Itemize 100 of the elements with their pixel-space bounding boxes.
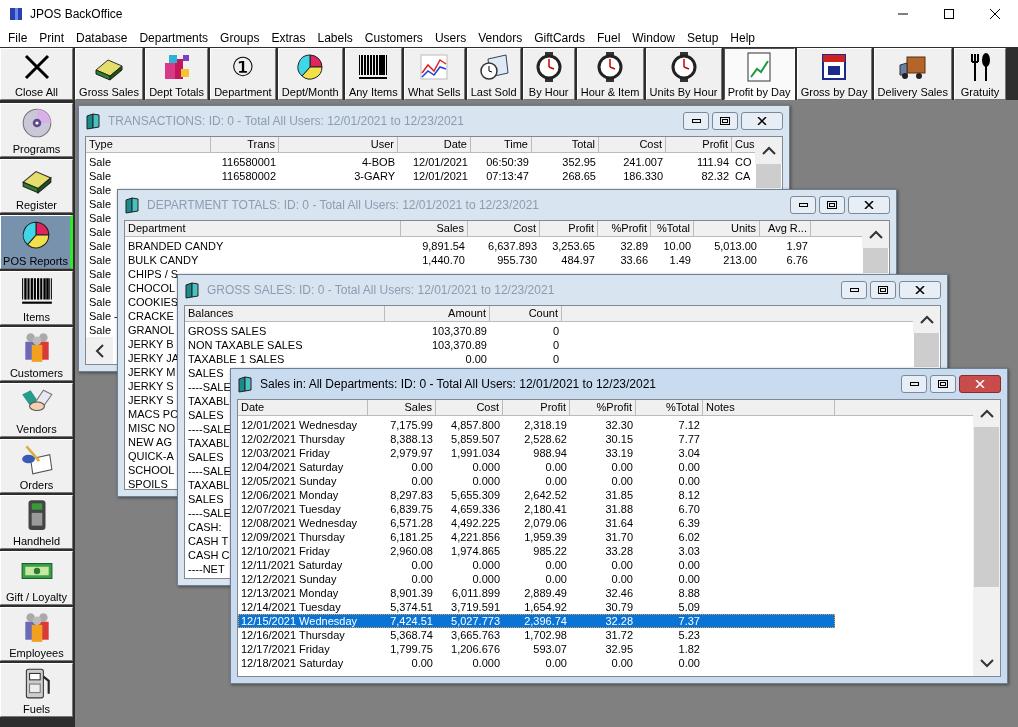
sidebar-item[interactable]: Orders: [0, 439, 73, 493]
table-row[interactable]: 12/04/2021 Saturday 0.00 0.000 0.00 0.00 0.00: [238, 460, 835, 474]
table-row[interactable]: 12/18/2021 Saturday 0.00 0.000 0.00 0.00 0.00: [238, 656, 835, 670]
table-row[interactable]: 12/02/2021 Thursday 8,388.13 5,859.507 2,528.62 30.15 7.77: [238, 432, 835, 446]
toolbar-button[interactable]: Any Items: [344, 48, 402, 100]
menu-item[interactable]: Labels: [311, 30, 359, 45]
column-header[interactable]: Cost: [599, 137, 666, 153]
column-header[interactable]: Date: [398, 137, 471, 153]
scrollbar-thumb[interactable]: [914, 333, 939, 367]
sidebar-item[interactable]: Employees: [0, 607, 73, 661]
menu-item[interactable]: Window: [626, 30, 681, 45]
scrollbar-thumb[interactable]: [863, 248, 888, 273]
menu-item[interactable]: Extras: [265, 30, 312, 45]
toolbar-button[interactable]: Profit by Day: [723, 48, 795, 100]
column-header[interactable]: User: [279, 137, 398, 153]
menu-item[interactable]: Departments: [133, 30, 215, 45]
sidebar-item[interactable]: Fuels: [0, 663, 73, 717]
toolbar-button[interactable]: What Sells: [403, 48, 465, 100]
menu-item[interactable]: Groups: [214, 30, 266, 45]
column-header[interactable]: Department: [125, 221, 401, 237]
table-row[interactable]: 12/09/2021 Thursday 6,181.25 4,221.856 1,959.39 31.70 6.02: [238, 530, 835, 544]
table-row[interactable]: 12/16/2021 Thursday 5,368.74 3,665.763 1,702.98 31.72 5.23: [238, 628, 835, 642]
table-row[interactable]: 12/12/2021 Sunday 0.00 0.000 0.00 0.00 0.00: [238, 572, 835, 586]
table-row[interactable]: 12/10/2021 Friday 2,960.08 1,974.865 985.22 33.28 3.03: [238, 544, 835, 558]
table-row[interactable]: 12/03/2021 Friday 2,979.97 1,991.034 988.94 33.19 3.04: [238, 446, 835, 460]
table-row[interactable]: 12/07/2021 Tuesday 6,839.75 4,659.336 2,180.41 31.88 6.70: [238, 502, 835, 516]
menu-item[interactable]: Setup: [681, 30, 725, 45]
table-row[interactable]: 12/15/2021 Wednesday 7,424.51 5,027.773 2,396.74 32.28 7.37: [238, 614, 835, 628]
sidebar-item[interactable]: Register: [0, 159, 73, 213]
menu-item[interactable]: Users: [428, 30, 473, 45]
scrollbar-thumb[interactable]: [974, 427, 999, 587]
close-button[interactable]: [959, 375, 1001, 393]
sidebar-item[interactable]: Gift / Loyalty: [0, 551, 73, 605]
menu-item[interactable]: Fuel: [590, 30, 627, 45]
column-header[interactable]: %Total: [651, 221, 694, 237]
toolbar-button[interactable]: Units By Hour: [645, 48, 722, 100]
sidebar-item[interactable]: Handheld: [0, 495, 73, 549]
toolbar-button[interactable]: Hour & Item: [576, 48, 644, 100]
restore-button[interactable]: [930, 375, 956, 393]
close-button[interactable]: [741, 112, 783, 130]
column-header[interactable]: %Total: [636, 400, 703, 416]
table-row[interactable]: 12/05/2021 Sunday 0.00 0.000 0.00 0.00 0.00: [238, 474, 835, 488]
column-header[interactable]: Balances: [185, 306, 385, 322]
toolbar-button[interactable]: Delivery Sales: [873, 48, 952, 100]
toolbar-button[interactable]: By Hour: [522, 48, 575, 100]
minimize-button[interactable]: [790, 196, 816, 214]
column-header[interactable]: Profit: [503, 400, 570, 416]
minimize-button[interactable]: [841, 281, 867, 299]
column-header[interactable]: %Profit: [570, 400, 636, 416]
column-header[interactable]: Avg R...: [760, 221, 811, 237]
column-header[interactable]: Type: [86, 137, 211, 153]
scrollbar-thumb[interactable]: [756, 164, 781, 188]
menu-item[interactable]: Help: [724, 30, 762, 45]
toolbar-button[interactable]: Gratuity: [954, 48, 1006, 100]
column-header[interactable]: Date: [238, 400, 368, 416]
column-header[interactable]: Cost: [468, 221, 540, 237]
toolbar-button[interactable]: Gross Sales: [75, 48, 144, 100]
table-row[interactable]: 12/17/2021 Friday 1,799.75 1,206.676 593.07 32.95 1.82: [238, 642, 835, 656]
column-header[interactable]: Trans: [211, 137, 279, 153]
toolbar-button[interactable]: ① Department: [210, 48, 276, 100]
close-button[interactable]: [848, 196, 890, 214]
column-header[interactable]: Sales: [401, 221, 468, 237]
restore-button[interactable]: [870, 281, 896, 299]
table-row[interactable]: 12/14/2021 Tuesday 5,374.51 3,719.591 1,654.92 30.79 5.09: [238, 600, 835, 614]
vertical-scrollbar[interactable]: [973, 400, 1000, 676]
sidebar-item[interactable]: Vendors: [0, 383, 73, 437]
menu-item[interactable]: Database: [70, 30, 134, 45]
column-header[interactable]: Cost: [436, 400, 503, 416]
restore-button[interactable]: [712, 112, 738, 130]
table-row[interactable]: 12/01/2021 Wednesday 7,175.99 4,857.800 2,318.19 32.30 7.12: [238, 418, 835, 432]
table-row[interactable]: 12/13/2021 Monday 8,901.39 6,011.899 2,889.49 32.46 8.88: [238, 586, 835, 600]
sidebar-item[interactable]: Items: [0, 271, 73, 325]
column-header[interactable]: Total: [532, 137, 599, 153]
column-header[interactable]: Amount: [385, 306, 490, 322]
column-header[interactable]: Count: [490, 306, 562, 322]
column-header[interactable]: Sales: [368, 400, 436, 416]
column-header[interactable]: Profit: [540, 221, 598, 237]
sidebar-item[interactable]: POS Reports: [0, 215, 73, 269]
table-row[interactable]: 12/11/2021 Saturday 0.00 0.000 0.00 0.00 0.00: [238, 558, 835, 572]
toolbar-button[interactable]: Dept Totals: [145, 48, 209, 100]
menu-item[interactable]: Vendors: [472, 30, 529, 45]
menu-item[interactable]: File: [2, 30, 34, 45]
menu-item[interactable]: GiftCards: [528, 30, 591, 45]
column-header[interactable]: Time: [471, 137, 532, 153]
table-row[interactable]: 12/06/2021 Monday 8,297.83 5,655.309 2,642.52 31.85 8.12: [238, 488, 835, 502]
column-header[interactable]: Notes: [703, 400, 835, 416]
column-header[interactable]: %Profit: [598, 221, 651, 237]
toolbar-button[interactable]: Close All: [0, 48, 73, 100]
restore-button[interactable]: [819, 196, 845, 214]
menu-item[interactable]: Print: [33, 30, 71, 45]
sidebar-item[interactable]: Customers: [0, 327, 73, 381]
scroll-up-button[interactable]: [755, 137, 782, 164]
column-header[interactable]: Profit: [666, 137, 732, 153]
toolbar-button[interactable]: Dept/Month: [277, 48, 343, 100]
scroll-up-button[interactable]: [913, 306, 940, 333]
minimize-button[interactable]: [901, 375, 927, 393]
table-row[interactable]: 12/08/2021 Wednesday 6,571.28 4,492.225 2,079.06 31.64 6.39: [238, 516, 835, 530]
toolbar-button[interactable]: Last Sold: [466, 48, 521, 100]
column-header[interactable]: Cus: [732, 137, 755, 153]
menu-item[interactable]: Customers: [358, 30, 429, 45]
